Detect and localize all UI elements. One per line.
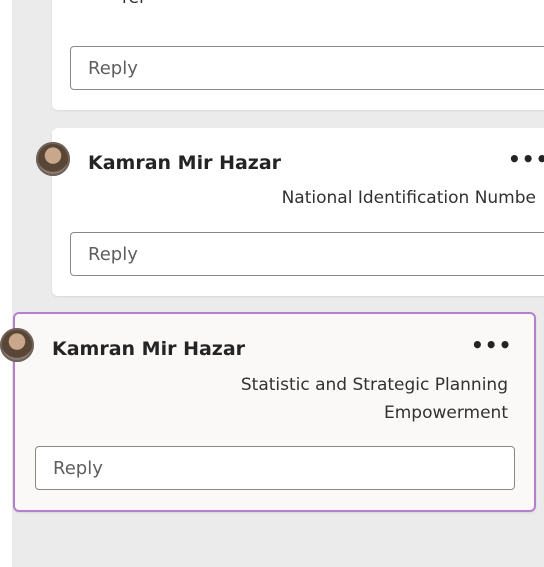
reply-input[interactable] [70, 232, 544, 276]
reply-input[interactable] [70, 46, 544, 90]
more-options-icon[interactable]: ••• [471, 335, 512, 355]
author-avatar [0, 328, 34, 362]
comment-text: National Identification Numbe [281, 188, 536, 208]
comment-author: Kamran Mir Hazar [52, 338, 246, 360]
comment-card-1[interactable]: rer [52, 0, 544, 110]
comment-text-line-1: Statistic and Strategic Planning [240, 375, 508, 395]
more-options-icon[interactable]: ••• [508, 149, 544, 169]
author-avatar [36, 142, 70, 176]
comment-text-partial: rer [122, 0, 146, 8]
comment-card-3[interactable]: Kamran Mir Hazar ••• Statistic and Strat… [0, 312, 536, 512]
comment-author: Kamran Mir Hazar [88, 152, 282, 174]
comment-card-2[interactable]: Kamran Mir Hazar ••• National Identifica… [36, 128, 544, 296]
reply-input[interactable] [35, 446, 515, 490]
comment-text-line-2: Empowerment [383, 403, 508, 423]
